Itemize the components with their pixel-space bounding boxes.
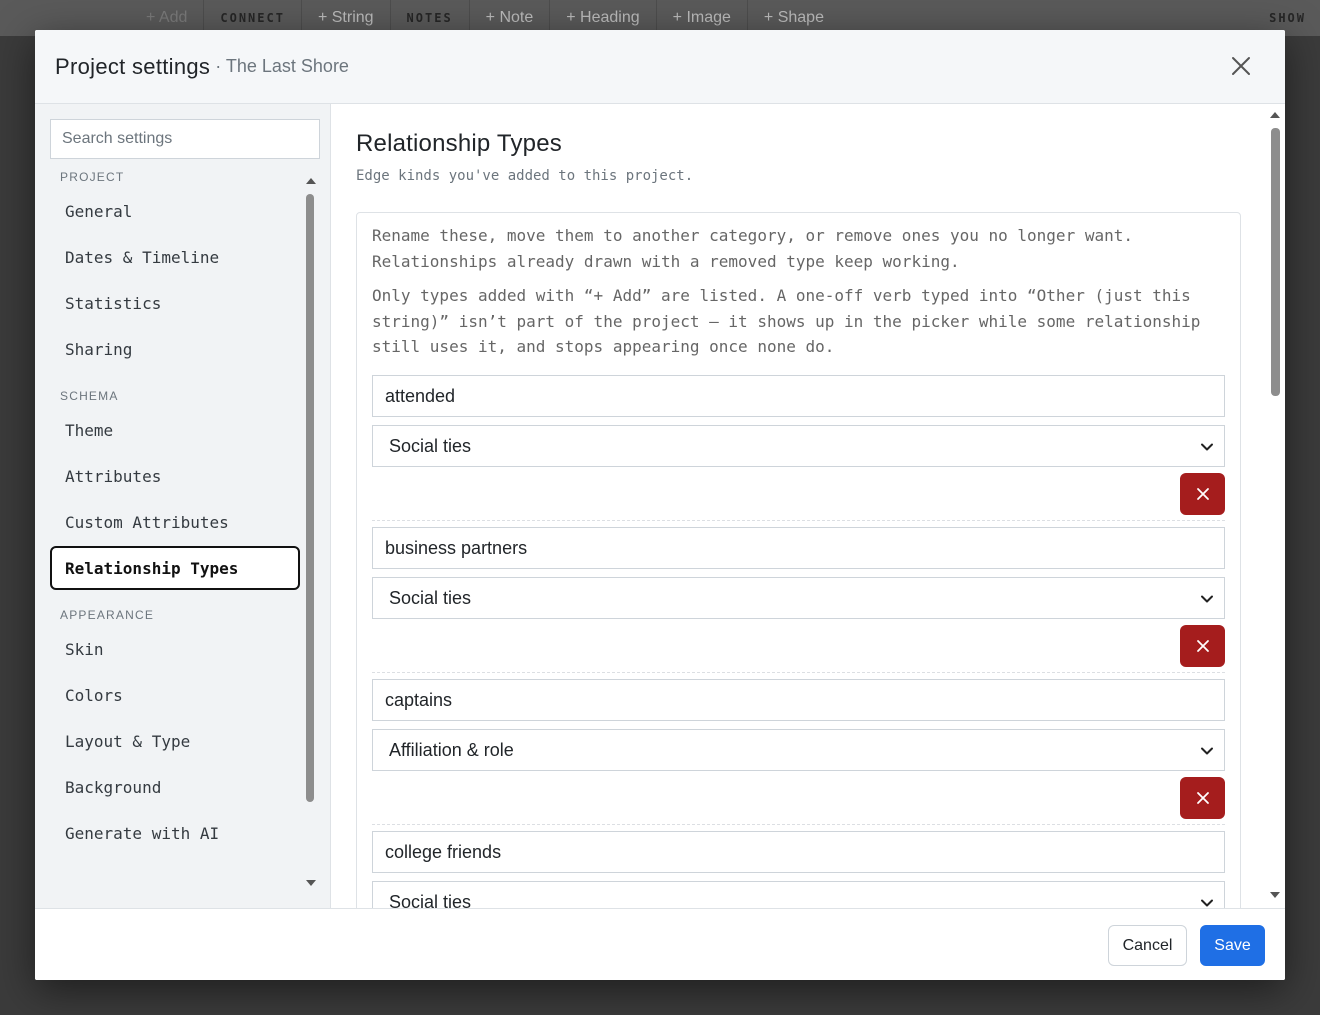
relationship-types-card: Rename these, move them to another categ…	[356, 212, 1241, 908]
help-text-secondary: Only types added with “+ Add” are listed…	[372, 286, 1201, 356]
settings-nav: PROJECT General Dates & Timeline Statistics…	[50, 166, 300, 906]
relationship-category-select[interactable]: Social ties	[372, 577, 1225, 619]
scroll-up-arrow-icon[interactable]	[306, 178, 316, 184]
content-scrollbar-thumb[interactable]	[1271, 128, 1280, 396]
settings-content: Relationship Types Edge kinds you've add…	[332, 104, 1285, 908]
sidebar-item-theme[interactable]: Theme	[50, 408, 300, 452]
close-icon	[1196, 488, 1209, 500]
modal-title: Project settings	[55, 53, 211, 79]
row-divider	[372, 520, 1225, 521]
close-icon	[1196, 640, 1209, 652]
close-icon	[1232, 57, 1250, 75]
sidebar-item-layout-type[interactable]: Layout & Type	[50, 719, 300, 763]
chevron-down-icon	[1201, 747, 1213, 755]
sidebar-item-statistics[interactable]: Statistics	[50, 281, 300, 325]
sidebar-item-relationship-types[interactable]: Relationship Types	[50, 546, 300, 590]
relationship-name-input[interactable]: attended	[372, 375, 1225, 417]
save-button[interactable]: Save	[1200, 925, 1265, 966]
scroll-up-arrow-icon[interactable]	[1270, 112, 1280, 118]
row-divider	[372, 672, 1225, 673]
sidebar-item-sharing[interactable]: Sharing	[50, 327, 300, 371]
sidebar-item-colors[interactable]: Colors	[50, 673, 300, 717]
relationship-name-input[interactable]: captains	[372, 679, 1225, 721]
project-name: · The Last Shore	[215, 56, 349, 76]
sidebar-item-attributes[interactable]: Attributes	[50, 454, 300, 498]
chevron-down-icon	[1201, 595, 1213, 603]
page-title: Relationship Types	[356, 130, 562, 157]
scroll-down-arrow-icon[interactable]	[306, 880, 316, 886]
relationship-name-input[interactable]: business partners	[372, 527, 1225, 569]
category-select-value: Social ties	[389, 587, 472, 608]
modal-footer: Cancel Save	[35, 908, 1285, 980]
category-select-value: Social ties	[389, 435, 472, 456]
sidebar-scrollbar[interactable]	[303, 172, 319, 894]
remove-type-button[interactable]	[1180, 777, 1225, 819]
content-scrollbar[interactable]	[1267, 108, 1283, 904]
relationship-category-select[interactable]: Social ties	[372, 425, 1225, 467]
relationship-name-input[interactable]: college friends	[372, 831, 1225, 873]
nav-section-project: PROJECT	[60, 170, 125, 184]
modal-header: Project settings · The Last Shore	[35, 30, 1285, 104]
search-settings-input[interactable]	[50, 119, 320, 159]
sidebar-item-generate-with-ai[interactable]: Generate with AI	[50, 811, 300, 855]
relationship-category-select[interactable]: Social ties	[372, 881, 1225, 908]
remove-type-button[interactable]	[1180, 625, 1225, 667]
cancel-button[interactable]: Cancel	[1108, 925, 1187, 966]
category-select-value: Affiliation & role	[389, 739, 514, 760]
category-select-value: Social ties	[389, 891, 472, 909]
sidebar-item-custom-attributes[interactable]: Custom Attributes	[50, 500, 300, 544]
close-icon	[1196, 792, 1209, 804]
row-divider	[372, 824, 1225, 825]
chevron-down-icon	[1201, 443, 1213, 451]
chevron-down-icon	[1201, 899, 1213, 907]
project-settings-modal: Project settings · The Last Shore PROJEC…	[35, 30, 1285, 980]
sidebar-item-general[interactable]: General	[50, 189, 300, 233]
sidebar-item-background[interactable]: Background	[50, 765, 300, 809]
relationship-category-select[interactable]: Affiliation & role	[372, 729, 1225, 771]
remove-type-button[interactable]	[1180, 473, 1225, 515]
scroll-down-arrow-icon[interactable]	[1270, 892, 1280, 898]
close-button[interactable]	[1227, 52, 1255, 80]
page-subtitle: Edge kinds you've added to this project.	[356, 168, 694, 184]
settings-sidebar: PROJECT GeneralDates & TimelineStatistics…	[35, 104, 331, 908]
nav-section-appearance: APPEARANCE	[60, 608, 155, 622]
help-text: Rename these, move them to another categ…	[372, 226, 1133, 271]
sidebar-item-dates-timeline[interactable]: Dates & Timeline	[50, 235, 300, 279]
nav-section-schema: SCHEMA	[60, 389, 119, 403]
sidebar-scrollbar-thumb[interactable]	[306, 194, 314, 802]
sidebar-item-skin[interactable]: Skin	[50, 627, 300, 671]
